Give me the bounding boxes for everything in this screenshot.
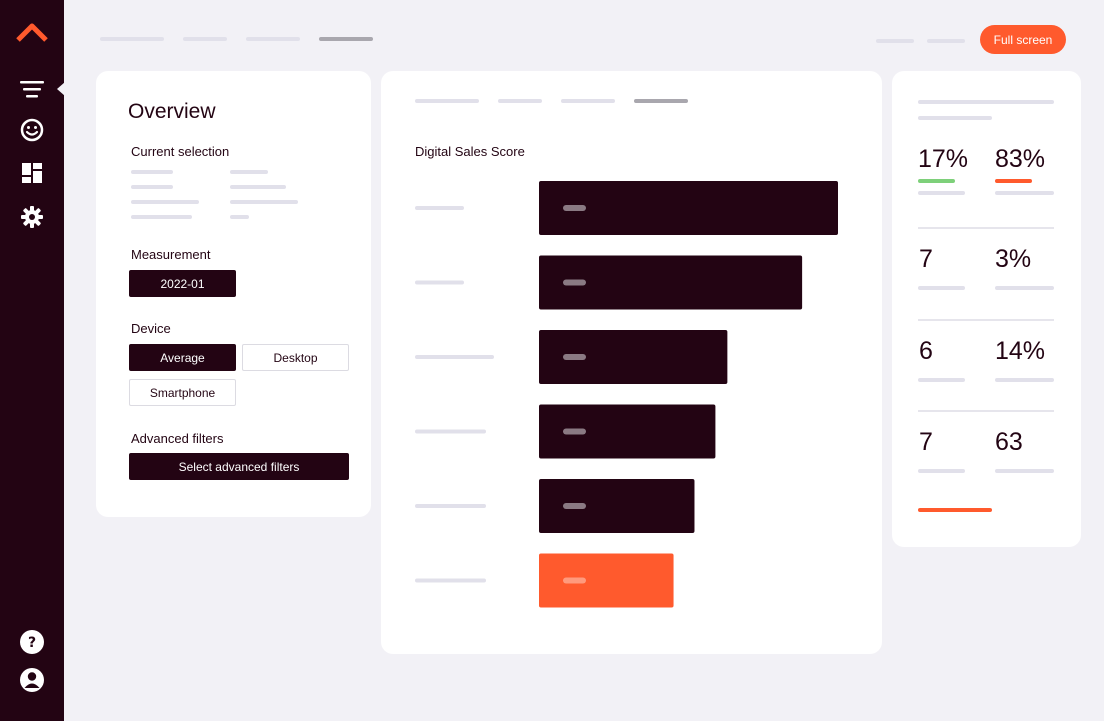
stats-footer-accent <box>918 508 992 512</box>
bar-category-label <box>415 206 464 210</box>
bar-highlight[interactable] <box>539 553 674 608</box>
stat-caption-placeholder <box>995 286 1054 290</box>
stats-card: 17% 83% 7 3% 6 14% 7 63 <box>892 71 1081 547</box>
stat-value: 7 <box>919 428 933 456</box>
smiley-icon[interactable] <box>16 114 48 146</box>
stat-value: 83% <box>995 145 1046 173</box>
bar-category-label <box>415 504 486 508</box>
measurement-select[interactable]: 2022-01 <box>129 270 236 297</box>
device-option-smartphone[interactable]: Smartphone <box>129 379 236 406</box>
stat-value: 6 <box>919 337 933 365</box>
stat-caption-placeholder <box>995 378 1054 382</box>
stats-divider <box>918 410 1054 412</box>
stat-caption-placeholder <box>918 469 965 473</box>
logo-chevron-icon[interactable] <box>16 18 48 50</box>
bar-category-label <box>415 355 494 359</box>
breadcrumb-placeholder-active[interactable] <box>319 37 373 41</box>
bar-value-label <box>563 279 586 286</box>
overview-card: Overview Current selection Measurement 2… <box>96 71 371 517</box>
svg-text:?: ? <box>28 635 36 651</box>
top-placeholder <box>876 39 914 43</box>
device-label: Device <box>131 321 171 336</box>
stat-value: 14% <box>995 337 1046 365</box>
stats-header-placeholder <box>918 100 1054 104</box>
selection-placeholder <box>230 170 268 174</box>
help-icon[interactable]: ? <box>16 626 48 658</box>
selection-placeholder <box>131 170 173 174</box>
stat-accent-positive <box>918 179 955 183</box>
selection-placeholder <box>230 215 249 219</box>
gear-icon[interactable] <box>16 201 48 233</box>
stats-header-placeholder <box>918 116 992 120</box>
menu-filter-icon[interactable] <box>16 74 48 106</box>
overview-title: Overview <box>128 100 216 123</box>
measurement-label: Measurement <box>131 247 211 262</box>
stat-accent-negative <box>995 179 1032 183</box>
selection-placeholder <box>230 200 298 204</box>
bar-value-label <box>563 205 586 211</box>
bar-value-label <box>563 354 586 360</box>
bar-category-label <box>415 429 486 434</box>
stat-caption-placeholder <box>918 286 965 290</box>
stat-value: 17% <box>918 145 969 173</box>
device-option-desktop[interactable]: Desktop <box>242 344 349 371</box>
advanced-filters-label: Advanced filters <box>131 431 224 446</box>
bar-value-label <box>563 428 586 435</box>
bar-chart <box>415 181 838 608</box>
selection-placeholder <box>230 185 286 189</box>
select-advanced-filters-button[interactable]: Select advanced filters <box>129 453 349 480</box>
active-indicator <box>57 82 65 96</box>
stat-caption-placeholder <box>995 469 1054 473</box>
selection-placeholder <box>131 215 192 219</box>
selection-placeholder <box>131 185 173 189</box>
selection-placeholder <box>131 200 199 204</box>
stat-value: 7 <box>919 245 933 273</box>
bar-value-label <box>563 577 586 584</box>
stats-divider <box>918 319 1054 321</box>
breadcrumb-placeholder[interactable] <box>246 37 300 41</box>
breadcrumb-placeholder[interactable] <box>183 37 227 41</box>
dashboard-icon[interactable] <box>16 157 48 189</box>
device-option-average[interactable]: Average <box>129 344 236 371</box>
stat-value: 63 <box>995 428 1023 456</box>
stat-caption-placeholder <box>918 191 965 195</box>
breadcrumb-placeholder[interactable] <box>100 37 164 41</box>
stats-divider <box>918 227 1054 229</box>
bar-value-label <box>563 503 586 509</box>
bar-category-label <box>415 280 464 285</box>
current-selection-label: Current selection <box>131 144 230 159</box>
bar[interactable] <box>539 479 695 533</box>
sidebar: ? <box>0 0 65 721</box>
stat-caption-placeholder <box>995 191 1054 195</box>
stat-value: 3% <box>995 245 1032 273</box>
user-icon[interactable] <box>16 664 48 696</box>
bar-category-label <box>415 578 486 583</box>
stat-caption-placeholder <box>918 378 965 382</box>
top-placeholder <box>927 39 965 43</box>
fullscreen-button[interactable]: Full screen <box>980 25 1066 54</box>
chart-card: Digital Sales Score <box>381 71 882 654</box>
